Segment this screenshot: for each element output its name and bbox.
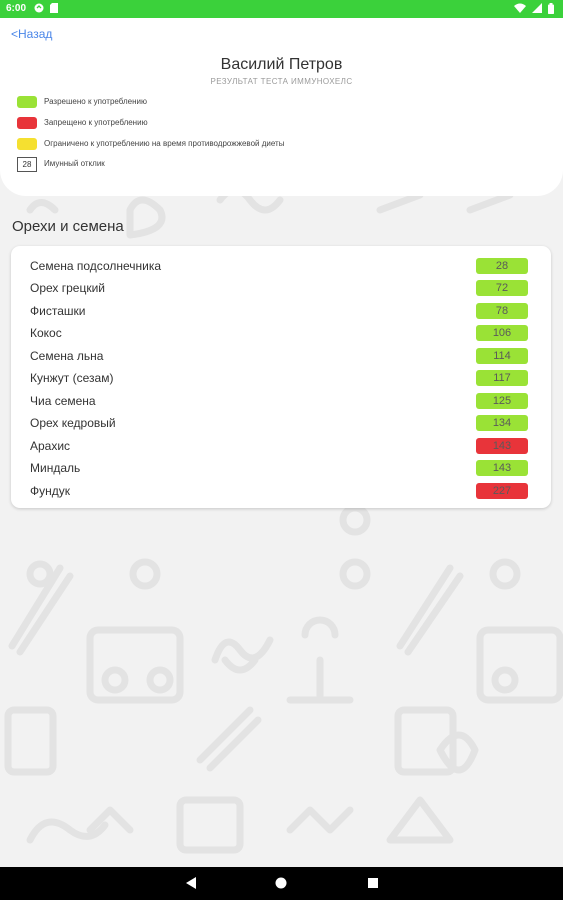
item-value-badge: 78 — [476, 303, 528, 319]
signal-icon — [532, 3, 543, 13]
item-value-badge: 143 — [476, 460, 528, 476]
list-item[interactable]: Орех кедровый 134 — [11, 413, 551, 433]
list-item[interactable]: Кунжут (сезам) 117 — [11, 368, 551, 388]
user-name: Василий Петров — [220, 56, 343, 73]
item-name: Миндаль — [30, 461, 81, 475]
back-link[interactable]: <Назад — [11, 27, 52, 41]
legend-allowed-label: Разрешено к употреблению — [44, 97, 147, 106]
item-value-badge: 143 — [476, 438, 528, 454]
immune-value-box: 28 — [17, 157, 37, 172]
wifi-icon — [514, 3, 527, 13]
item-name: Орех грецкий — [30, 281, 106, 295]
status-time: 6:00 — [6, 3, 27, 14]
list-item[interactable]: Чиа семена 125 — [11, 391, 551, 411]
item-name: Орех кедровый — [30, 416, 116, 430]
back-triangle-icon[interactable] — [184, 876, 198, 890]
list-item[interactable]: Семена льна 114 — [11, 346, 551, 366]
item-value-badge: 134 — [476, 415, 528, 431]
item-name: Семена льна — [30, 349, 104, 363]
limited-color-swatch — [17, 138, 37, 150]
item-name: Фисташки — [30, 304, 86, 318]
legend-forbidden-label: Запрещено к употреблению — [44, 118, 148, 127]
item-name: Арахис — [30, 439, 71, 453]
battery-icon — [548, 3, 554, 14]
item-value-badge: 114 — [476, 348, 528, 364]
list-item[interactable]: Арахис 143 — [11, 436, 551, 456]
header-card: <Назад Василий Петров РЕЗУЛЬТАТ ТЕСТА ИМ… — [0, 18, 563, 196]
item-value-badge: 72 — [476, 280, 528, 296]
item-value-badge: 227 — [476, 483, 528, 499]
list-item[interactable]: Семена подсолнечника 28 — [11, 256, 551, 276]
list-item[interactable]: Фундук 227 — [11, 481, 551, 501]
list-item[interactable]: Фисташки 78 — [11, 301, 551, 321]
status-bar: 6:00 — [0, 0, 563, 18]
item-value-badge: 125 — [476, 393, 528, 409]
list-item[interactable]: Миндаль 143 — [11, 458, 551, 478]
home-circle-icon[interactable] — [274, 876, 288, 890]
item-value-badge: 117 — [476, 370, 528, 386]
list-item[interactable]: Орех грецкий 72 — [11, 278, 551, 298]
recents-square-icon[interactable] — [366, 876, 380, 890]
list-item[interactable]: Кокос 106 — [11, 323, 551, 343]
item-value-badge: 106 — [476, 325, 528, 341]
status-notification-icons — [34, 3, 61, 14]
item-name: Фундук — [30, 484, 71, 498]
item-value-badge: 28 — [476, 258, 528, 274]
app-notification-icon — [34, 3, 44, 13]
results-list-card: Семена подсолнечника 28 Орех грецкий 72 … — [11, 246, 551, 508]
section-title: Орехи и семена — [12, 218, 124, 235]
allowed-color-swatch — [17, 96, 37, 108]
item-name: Семена подсолнечника — [30, 259, 162, 273]
navigation-bar — [0, 867, 563, 900]
forbidden-color-swatch — [17, 117, 37, 129]
item-name: Чиа семена — [30, 394, 96, 408]
legend-limited-label: Ограничено к употреблению на время проти… — [44, 139, 285, 148]
sd-card-icon — [49, 3, 58, 13]
item-name: Кокос — [30, 326, 62, 340]
status-system-icons — [514, 3, 557, 14]
legend-immune-label: Имунный отклик — [44, 159, 105, 168]
item-name: Кунжут (сезам) — [30, 371, 114, 385]
test-result-subtitle: РЕЗУЛЬТАТ ТЕСТА ИММУНОХЕЛС — [210, 77, 353, 86]
